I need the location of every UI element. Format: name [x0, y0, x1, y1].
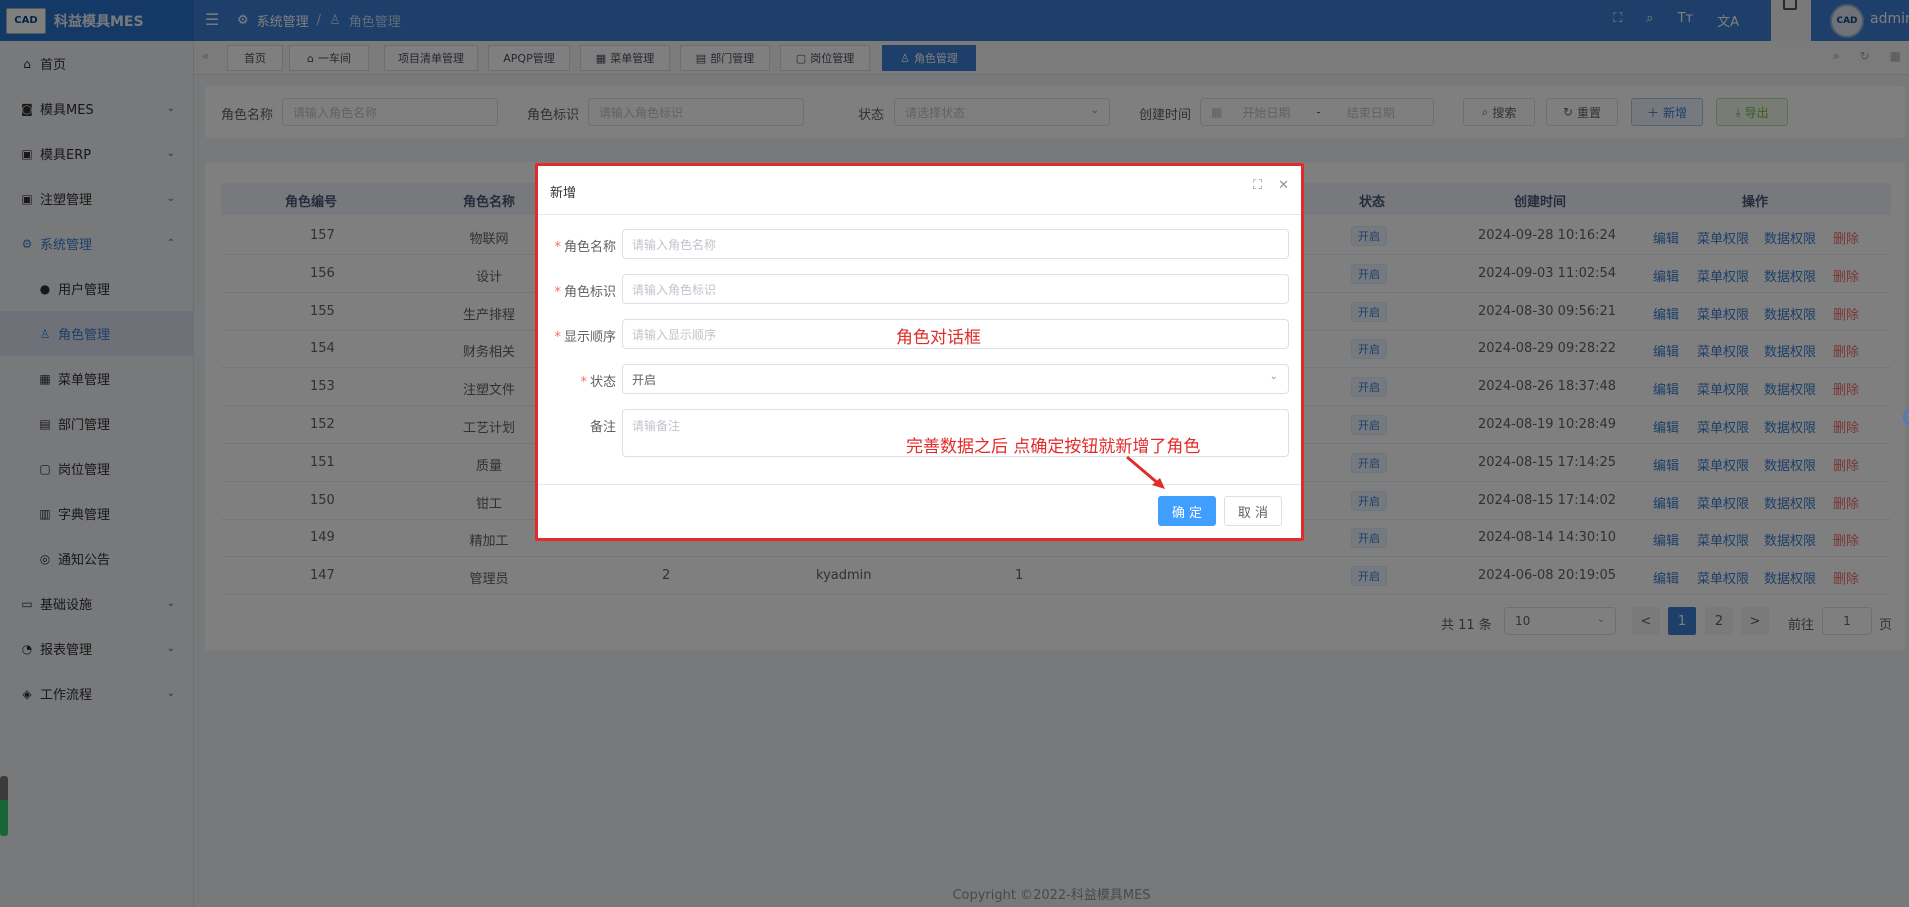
field-label-status: * 状态: [580, 375, 616, 390]
role-name-field[interactable]: 请输入角色名称: [622, 229, 1289, 259]
chevron-down-icon: ⌄: [1269, 371, 1278, 382]
cancel-button[interactable]: 取 消: [1224, 496, 1282, 526]
dialog-divider: [538, 214, 1301, 215]
status-field[interactable]: 开启 ⌄: [622, 364, 1289, 394]
field-label-role-name: * 角色名称: [554, 240, 616, 255]
field-label-remark: 备注: [589, 420, 616, 435]
floating-widget-icon[interactable]: [1903, 410, 1909, 424]
add-role-dialog: 新增 ⛶ ✕ * 角色名称 请输入角色名称 * 角色标识 请输入角色标识 * 显示顺序…: [535, 163, 1304, 541]
maximize-icon[interactable]: ⛶: [1253, 178, 1262, 193]
role-key-field[interactable]: 请输入角色标识: [622, 274, 1289, 304]
dialog-footer-divider: [538, 484, 1301, 485]
confirm-button[interactable]: 确 定: [1158, 496, 1216, 526]
dialog-controls: ⛶ ✕: [1253, 178, 1289, 193]
dialog-annotation: 角色对话框: [896, 328, 981, 348]
close-icon[interactable]: ✕: [1278, 178, 1289, 193]
field-label-role-key: * 角色标识: [554, 285, 616, 300]
field-label-sort-order: * 显示顺序: [554, 330, 616, 345]
dialog-title: 新增: [550, 186, 577, 201]
annotation-arrow: [1126, 455, 1165, 489]
